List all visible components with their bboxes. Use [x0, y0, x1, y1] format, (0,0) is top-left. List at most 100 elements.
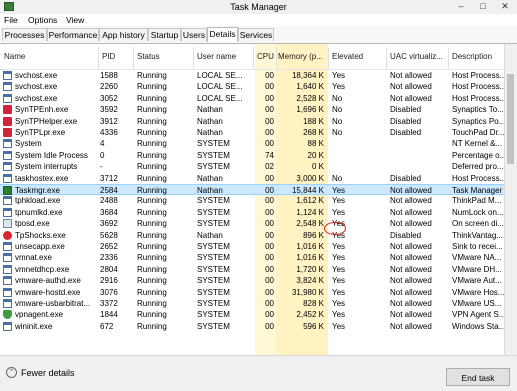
cell-pid: 4	[100, 139, 105, 149]
minimize-button[interactable]: –	[450, 0, 472, 13]
table-row[interactable]: vpnagent.exe 1844 Running SYSTEM 00 2,452 K Ye…	[0, 309, 517, 320]
menu-file[interactable]: File	[4, 15, 18, 25]
cell-pid: 2652	[100, 242, 118, 251]
cell-user-name: Nathan	[197, 116, 223, 126]
table-row[interactable]: vmware-authd.exe 2916 Running SYSTEM 00 3,824…	[0, 275, 517, 286]
table-row[interactable]: svchost.exe 1588 Running LOCAL SE... 00 18,36…	[0, 70, 517, 81]
col-uac-virtualization[interactable]: UAC virtualiz...	[390, 52, 446, 66]
window-icon	[3, 321, 12, 331]
tab-app-history[interactable]: App history	[99, 28, 148, 41]
tab-services[interactable]: Services	[238, 28, 274, 41]
cell-description: Host Process...	[452, 71, 504, 80]
cell-cpu: 00	[265, 287, 274, 297]
menu-view[interactable]: View	[66, 15, 84, 25]
table-row[interactable]: tphkload.exe 2488 Running SYSTEM 00 1,612 K Ye…	[0, 195, 517, 206]
table-row[interactable]: vmware-usbarbitrat... 3372 Running SYSTEM 00…	[0, 298, 517, 309]
cell-pid: 2916	[100, 276, 118, 286]
cell-memory: 268 K	[303, 128, 324, 137]
cell-description: Host Process...	[452, 173, 504, 183]
scrollbar-thumb[interactable]	[507, 74, 514, 164]
table-row[interactable]: Taskmgr.exe 2584 Running Nathan 00 15,844 K Ye…	[0, 184, 517, 195]
col-elevated[interactable]: Elevated	[332, 52, 382, 66]
window-icon	[3, 82, 12, 92]
maximize-button[interactable]: □	[472, 0, 494, 13]
tab-performance[interactable]: Performance	[47, 28, 99, 41]
cell-elevated: Yes	[332, 299, 346, 308]
table-row[interactable]: vmnat.exe 2336 Running SYSTEM 00 1,016 K Yes No…	[0, 252, 517, 263]
cell-elevated: Yes	[332, 186, 346, 195]
cell-name: TpShocks.exe	[15, 230, 66, 240]
cell-pid: 3592	[100, 105, 118, 115]
table-row[interactable]: svchost.exe 3052 Running LOCAL SE... 00 2,528…	[0, 93, 517, 104]
cell-pid: 0	[100, 150, 105, 160]
tab-startup[interactable]: Startup	[148, 28, 181, 41]
synaptics-icon	[3, 128, 12, 137]
cell-description: Deferred pro...	[452, 162, 504, 172]
col-memory[interactable]: Memory (p...	[278, 52, 326, 66]
table-row[interactable]: TpShocks.exe 5628 Running Nathan 00 896 K Yes D…	[0, 230, 517, 241]
cell-pid: 3712	[100, 173, 118, 183]
cell-memory: 3,000 K	[296, 173, 324, 183]
cell-status: Running	[137, 264, 167, 274]
cell-status: Running	[137, 276, 167, 286]
menu-options[interactable]: Options	[28, 15, 57, 25]
window-title: Task Manager	[230, 2, 287, 12]
table-row[interactable]: unsecapp.exe 2652 Running SYSTEM 00 1,016 K Ye…	[0, 241, 517, 252]
table-row[interactable]: SynTPHelper.exe 3912 Running Nathan 00 188 K N…	[0, 116, 517, 127]
cell-user-name: SYSTEM	[197, 162, 230, 172]
cell-pid: 1844	[100, 310, 118, 320]
table-row[interactable]: vmnetdhcp.exe 2804 Running SYSTEM 00 1,720 K Y…	[0, 264, 517, 275]
cell-user-name: SYSTEM	[197, 242, 230, 251]
window-icon	[3, 287, 12, 297]
vertical-scrollbar[interactable]	[504, 44, 517, 355]
table-row[interactable]: vmware-hostd.exe 3076 Running SYSTEM 00 31,98…	[0, 287, 517, 298]
cell-description: Synaptics To...	[452, 105, 504, 115]
table-row[interactable]: tposd.exe 3692 Running SYSTEM 00 2,548 K Yes No…	[0, 218, 517, 229]
table-row[interactable]: System interrupts - Running SYSTEM 02 0 K Defe…	[0, 161, 517, 172]
cell-name: Taskmgr.exe	[15, 186, 60, 195]
table-row[interactable]: tpnumlkd.exe 3684 Running SYSTEM 00 1,124 K Ye…	[0, 207, 517, 218]
cell-pid: 4336	[100, 128, 118, 137]
table-row[interactable]: SynTPLpr.exe 4336 Running Nathan 00 268 K No Di…	[0, 127, 517, 138]
table-row[interactable]: wininit.exe 672 Running SYSTEM 00 596 K Yes Not…	[0, 321, 517, 332]
cell-description: NumLock on...	[452, 207, 504, 217]
col-user-name[interactable]: User name	[197, 52, 252, 66]
tab-users[interactable]: Users	[181, 28, 207, 41]
window-icon	[3, 196, 12, 206]
cell-elevated: Yes	[332, 276, 346, 286]
cell-user-name: SYSTEM	[197, 253, 230, 263]
end-task-button[interactable]: End task	[446, 368, 510, 386]
cell-user-name: SYSTEM	[197, 219, 230, 229]
cell-elevated: No	[332, 105, 343, 115]
col-pid[interactable]: PID	[102, 52, 132, 66]
cell-elevated: No	[332, 116, 343, 126]
cell-uac: Disabled	[390, 173, 422, 183]
table-row[interactable]: taskhostex.exe 3712 Running Nathan 00 3,000 K…	[0, 173, 517, 184]
col-cpu[interactable]: CPU	[257, 52, 275, 66]
synaptics-icon	[3, 105, 12, 115]
col-description[interactable]: Description	[452, 52, 504, 66]
cell-pid: 3912	[100, 116, 118, 126]
cell-cpu: 00	[265, 82, 274, 92]
table-row[interactable]: svchost.exe 2260 Running LOCAL SE... 00 1,640…	[0, 81, 517, 92]
close-button[interactable]: ✕	[494, 0, 516, 13]
cell-uac: Not allowed	[390, 219, 432, 229]
cell-user-name: Nathan	[197, 173, 223, 183]
cell-memory: 15,844 K	[291, 186, 324, 195]
window-icon	[3, 253, 12, 263]
cell-pid: 1588	[100, 71, 118, 80]
tab-details[interactable]: Details	[207, 27, 238, 42]
cell-uac: Disabled	[390, 116, 422, 126]
cell-uac: Not allowed	[390, 264, 432, 274]
window-icon	[3, 150, 12, 160]
cell-uac: Not allowed	[390, 287, 432, 297]
table-row[interactable]: System 4 Running SYSTEM 00 88 K NT Kernel &...	[0, 138, 517, 149]
window-icon	[3, 207, 12, 217]
details-table: Name PID Status User name CPU Memory (p.…	[0, 44, 517, 355]
table-row[interactable]: SynTPEnh.exe 3592 Running Nathan 00 1,696 K No…	[0, 104, 517, 115]
tab-processes[interactable]: Processes	[2, 28, 47, 41]
col-name[interactable]: Name	[4, 52, 94, 66]
cell-name: vmnetdhcp.exe	[15, 264, 70, 274]
col-status[interactable]: Status	[137, 52, 192, 66]
table-row[interactable]: System Idle Process 0 Running SYSTEM 74 20 K P…	[0, 150, 517, 161]
